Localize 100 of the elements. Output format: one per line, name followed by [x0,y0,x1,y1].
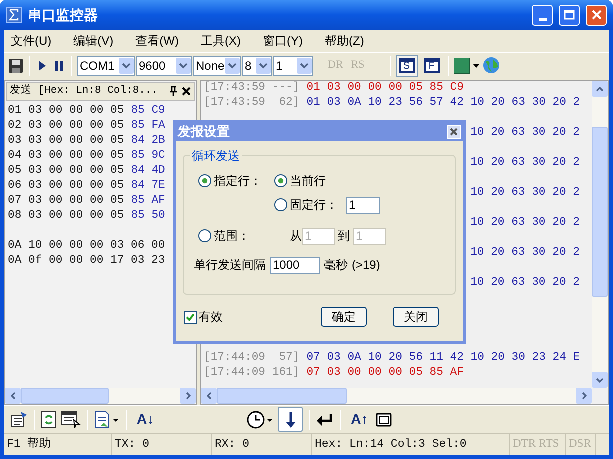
list-icon[interactable] [61,411,81,428]
radio-button[interactable] [198,174,212,188]
status-text: DTR RTS [513,436,560,452]
dialog-button[interactable]: 关闭 [393,307,439,327]
radio-button[interactable] [274,174,288,188]
menu-item[interactable]: 文件(U) [6,32,57,50]
clock-icon[interactable] [246,410,274,430]
checkbox[interactable] [184,310,197,324]
arrow-down-icon [284,410,297,428]
scroll-right-button[interactable] [576,388,592,404]
scroll-up-button[interactable] [592,81,608,97]
chevron-down-icon [297,58,312,74]
hex-text: 07 03 00 00 00 05 85 AF [306,366,464,381]
baud-dropdown[interactable]: 9600 [136,56,192,76]
chevron-down-icon [225,58,240,74]
close-button[interactable] [447,125,461,139]
radio-option[interactable]: 固定行： [274,196,338,214]
sort-button[interactable]: A↑ [347,409,372,430]
view-toggle-button[interactable]: S [396,54,418,76]
hex-text: 0A 10 00 00 00 03 06 00 [8,239,166,254]
radio-button[interactable] [274,198,288,212]
hex-text: 0A 0f 00 00 00 17 03 23 [8,254,166,269]
document-icon[interactable] [94,410,120,428]
chevron-up-icon [596,86,604,92]
status-text: F1 帮助 [7,436,52,453]
dialog-title: 发报设置 [178,123,231,142]
checkbox-option[interactable]: 有效 [184,308,321,326]
checksum-text: 85 AF [131,194,166,209]
checksum-text: 84 7E [131,179,166,194]
close-icon [450,128,458,136]
hex-text: 05 03 00 00 00 05 [8,164,124,179]
input-field[interactable]: 1 [346,196,380,214]
timestamp: [17:43:59 ---] [204,81,300,96]
signal-label: DR [328,58,344,74]
pane-title: 发送 [Hex: Ln:8 Col:8... [10,84,160,99]
enter-icon[interactable] [316,412,334,426]
menu-item[interactable]: 编辑(V) [68,32,119,50]
input-field[interactable]: 1000 [270,256,320,274]
scroll-left-button[interactable] [5,388,21,404]
pause-icon[interactable] [52,58,66,72]
scrollbar-thumb[interactable] [592,127,608,297]
hex-text: 10 20 63 30 20 2 [470,276,580,291]
scroll-down-button[interactable] [592,372,608,388]
group-title: 循环发送 [190,147,242,165]
scrollbar-thumb[interactable] [21,388,109,404]
frame-icon[interactable] [376,412,392,426]
status-text: Hex: Ln:14 Col:3 Sel:0 [315,436,467,453]
close-icon[interactable] [182,87,191,96]
chevron-down-icon [256,58,271,74]
chevron-right-icon [582,392,586,400]
hex-text: 01 03 0A 10 23 56 57 42 10 20 63 30 20 2 [306,96,580,111]
chevron-down-icon [119,58,134,74]
port-dropdown[interactable]: COM1 [77,56,135,76]
chevron-right-icon [186,392,190,400]
menu-item[interactable]: 帮助(Z) [320,32,370,50]
radio-option[interactable]: 指定行： [198,172,274,190]
save-icon[interactable] [8,58,24,74]
hex-text: 10 20 63 30 20 2 [470,216,580,231]
maximize-button[interactable] [559,4,580,26]
signal-label: RS [351,58,365,74]
properties-icon[interactable] [10,410,28,428]
data-bits-dropdown[interactable]: 8 [242,56,272,76]
menu-item[interactable]: 查看(W) [130,32,184,50]
parity-dropdown[interactable]: None [193,56,241,76]
minimize-icon [538,18,546,20]
sigma-icon [6,7,22,23]
minimize-button[interactable] [532,4,553,26]
hex-text: 10 20 63 30 20 2 [470,246,580,261]
refresh-icon[interactable] [41,410,57,428]
scroll-right-button[interactable] [180,388,196,404]
timestamp: [17:44:09 161] [204,366,300,381]
dialog-button[interactable]: 确定 [321,307,367,327]
menu-item[interactable]: 工具(X) [196,32,246,50]
menu-item[interactable]: 窗口(Y) [258,32,308,50]
hex-text: 02 03 00 00 00 05 [8,119,124,134]
checksum-text: 85 50 [131,209,166,224]
hex-text: 03 03 00 00 00 05 [8,134,124,149]
close-button[interactable] [586,4,607,26]
status-text: RX: 0 [215,436,250,453]
hex-text: 10 20 63 30 20 2 [470,156,580,171]
hex-text: 07 03 00 00 00 05 [8,194,124,209]
caret-down-icon[interactable] [472,64,480,68]
scroll-left-button[interactable] [201,388,217,404]
radio-option[interactable]: 当前行 [274,172,326,190]
unit-label: 毫秒 [324,257,348,274]
radio-option[interactable]: 范围： [198,227,290,245]
color-swatch-icon[interactable] [454,58,470,74]
checksum-text: 84 4D [131,164,166,179]
radio-button[interactable] [198,229,212,243]
hex-text: 01 03 00 00 00 05 85 C9 [306,81,464,96]
checksum-text: 84 2B [131,134,166,149]
field-label: 从 [290,228,302,245]
chevron-left-icon [206,392,212,400]
scrollbar-thumb[interactable] [217,388,347,404]
scroll-down-toggle-button[interactable] [278,407,304,432]
hex-text: 10 20 63 30 20 2 [470,186,580,201]
pin-icon[interactable] [169,86,178,97]
checksum-text: 85 9C [131,149,166,164]
sort-button[interactable]: A↓ [133,409,158,430]
stop-bits-dropdown[interactable]: 1 [273,56,313,76]
